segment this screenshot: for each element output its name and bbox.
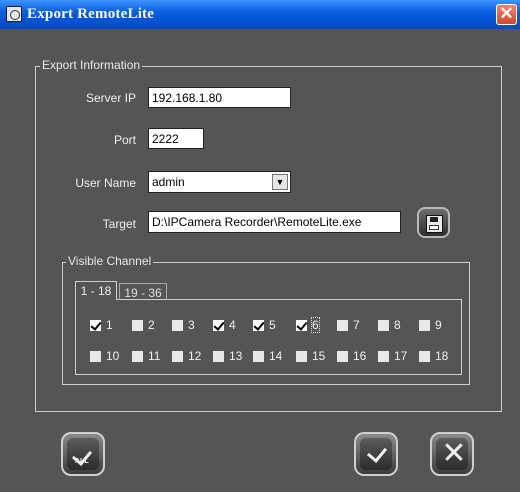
- x-glyph: ✕: [441, 436, 467, 471]
- channel-16-checkbox[interactable]: [336, 350, 349, 363]
- channel-9-label: 9: [435, 318, 442, 332]
- check-mark: [366, 442, 388, 463]
- user-name-select[interactable]: admin: [148, 171, 291, 193]
- channel-17-checkbox[interactable]: [377, 350, 390, 363]
- port-input[interactable]: 2222: [148, 128, 204, 149]
- check-all-icon: ALL: [67, 438, 99, 470]
- window-title: Export RemoteLite: [27, 6, 155, 22]
- select-all-caption: ALL: [75, 458, 89, 465]
- export-remotelite-dialog: Export RemoteLite ✕ Export Information S…: [0, 0, 520, 492]
- channel-14-checkbox[interactable]: [252, 350, 265, 363]
- ok-button[interactable]: [354, 432, 398, 476]
- channel-2-checkbox[interactable]: [131, 319, 144, 332]
- port-label: Port: [113, 133, 136, 147]
- channel-6-label: 6: [311, 317, 320, 333]
- user-name-value: admin: [152, 175, 185, 189]
- channel-8-checkbox[interactable]: [377, 319, 390, 332]
- channel-13-checkbox[interactable]: [212, 350, 225, 363]
- export-information-legend: Export Information: [40, 58, 143, 72]
- channel-13-label: 13: [229, 349, 243, 363]
- channel-3-label: 3: [188, 318, 195, 332]
- chevron-down-icon[interactable]: ▼: [272, 174, 288, 190]
- channel-1-checkbox[interactable]: [89, 319, 102, 332]
- server-ip-input[interactable]: 192.168.1.80: [148, 87, 291, 108]
- channel-2-label: 2: [148, 318, 155, 332]
- channel-11-checkbox[interactable]: [131, 350, 144, 363]
- check-icon: [360, 438, 392, 470]
- channel-15-checkbox[interactable]: [295, 350, 308, 363]
- channel-12-label: 12: [188, 349, 202, 363]
- channel-5-label: 5: [269, 318, 276, 332]
- channel-11-label: 11: [148, 349, 161, 363]
- select-all-button[interactable]: ALL: [61, 432, 105, 476]
- channel-tab-panel: [75, 299, 462, 375]
- channel-3-checkbox[interactable]: [171, 319, 184, 332]
- title-bar[interactable]: Export RemoteLite ✕: [0, 0, 520, 29]
- close-window-button[interactable]: ✕: [496, 4, 517, 25]
- target-label: Target: [102, 217, 136, 231]
- channel-17-label: 17: [394, 349, 408, 363]
- channel-16-label: 16: [353, 349, 367, 363]
- channel-18-checkbox[interactable]: [418, 350, 431, 363]
- channel-7-label: 7: [353, 318, 360, 332]
- floppy-disk-icon: [426, 215, 443, 233]
- app-icon: [6, 6, 22, 22]
- channel-5-checkbox[interactable]: [252, 319, 265, 332]
- channel-15-label: 15: [312, 349, 326, 363]
- channel-10-label: 10: [106, 349, 120, 363]
- visible-channel-legend: Visible Channel: [66, 254, 154, 268]
- tab-channels-1-18[interactable]: 1 - 18: [75, 281, 117, 300]
- channel-8-label: 8: [394, 318, 401, 332]
- channel-10-checkbox[interactable]: [89, 350, 102, 363]
- channel-7-checkbox[interactable]: [336, 319, 349, 332]
- tab-channels-19-36[interactable]: 19 - 36: [119, 283, 167, 300]
- close-icon: ✕: [499, 4, 514, 23]
- channel-12-checkbox[interactable]: [171, 350, 184, 363]
- channel-9-checkbox[interactable]: [418, 319, 431, 332]
- channel-18-label: 18: [435, 349, 449, 363]
- channel-14-label: 14: [269, 349, 283, 363]
- target-input[interactable]: D:\IPCamera Recorder\RemoteLite.exe: [148, 211, 401, 233]
- cancel-button[interactable]: ✕: [430, 432, 474, 476]
- server-ip-label: Server IP: [85, 91, 136, 105]
- channel-6-checkbox[interactable]: [295, 319, 308, 332]
- user-name-label: User Name: [75, 176, 136, 190]
- close-icon: ✕: [436, 438, 468, 470]
- save-button[interactable]: [417, 207, 450, 238]
- channel-4-label: 4: [229, 318, 236, 332]
- channel-1-label: 1: [106, 318, 113, 332]
- channel-4-checkbox[interactable]: [212, 319, 225, 332]
